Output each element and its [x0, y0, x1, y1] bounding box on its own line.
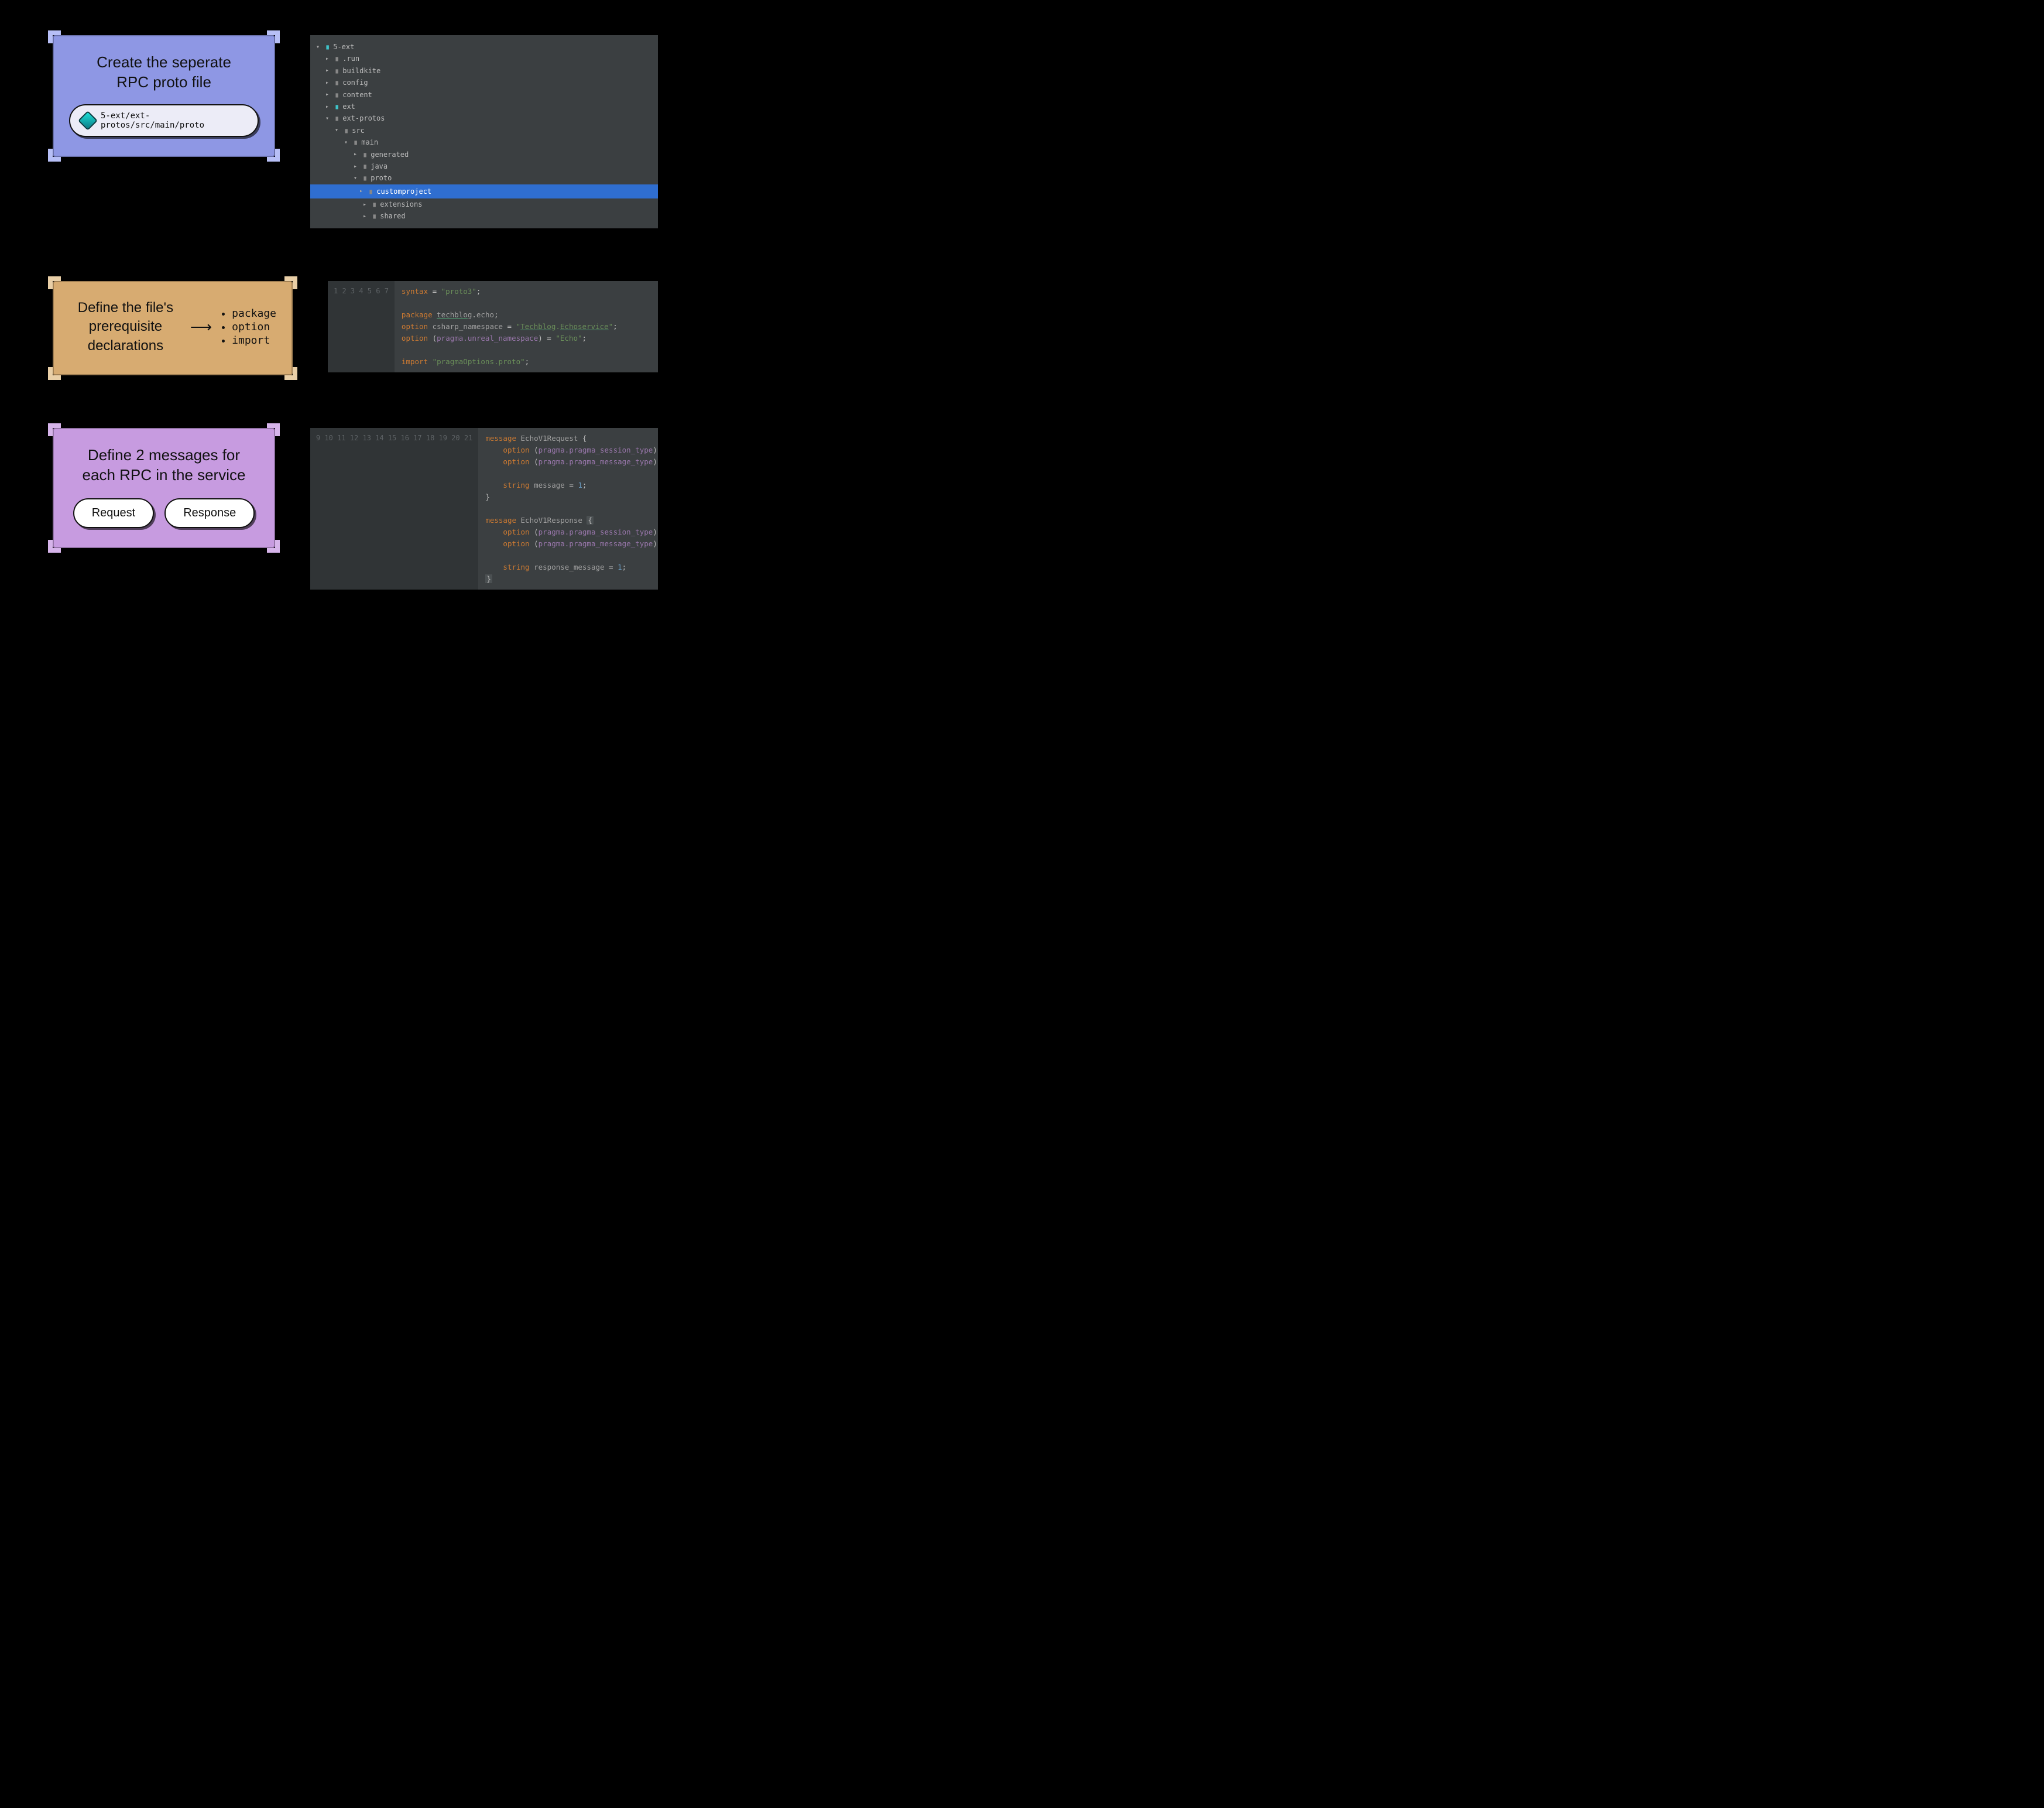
chevron-right-icon[interactable]: ▸ [325, 66, 331, 76]
chevron-right-icon[interactable]: ▸ [325, 90, 331, 100]
gem-icon [78, 111, 98, 131]
tree-item-proto[interactable]: ▾▮proto [314, 172, 654, 184]
step-card-declarations: Define the file's prerequisite declarati… [53, 281, 293, 375]
tree-item-shared[interactable]: ▸▮shared [314, 210, 654, 222]
step-card-messages: Define 2 messages for each RPC in the se… [53, 428, 275, 548]
tree-item-java[interactable]: ▸▮java [314, 160, 654, 172]
tree-item-main[interactable]: ▾▮main [314, 136, 654, 148]
chevron-down-icon[interactable]: ▾ [344, 138, 350, 148]
folder-icon: ▮ [362, 160, 368, 172]
tree-label: customproject [376, 186, 431, 197]
folder-icon: ▮ [334, 53, 339, 64]
folder-icon: ▮ [362, 172, 368, 184]
tree-item-5-ext[interactable]: ▾▮5-ext [314, 41, 654, 53]
folder-icon: ▮ [334, 101, 339, 112]
chevron-right-icon[interactable]: ▸ [363, 200, 369, 210]
tree-label: ext [342, 101, 355, 112]
folder-icon: ▮ [344, 125, 349, 136]
tree-item-ext-protos[interactable]: ▾▮ext-protos [314, 112, 654, 124]
code-panel-declarations: 1 2 3 4 5 6 7 syntax = "proto3"; package… [328, 281, 658, 372]
chevron-right-icon[interactable]: ▸ [325, 78, 331, 88]
chevron-down-icon[interactable]: ▾ [316, 42, 322, 52]
code2-body[interactable]: message EchoV1Request { option (pragma.p… [478, 428, 658, 590]
card1-title: Create the seperate RPC proto file [69, 53, 259, 93]
card2-title: Define the file's prerequisite declarati… [69, 299, 182, 355]
chevron-down-icon[interactable]: ▾ [325, 114, 331, 124]
code2-gutter: 9 10 11 12 13 14 15 16 17 18 19 20 21 [310, 428, 478, 590]
folder-icon: ▮ [353, 136, 358, 148]
tree-item-customproject[interactable]: ▸▮customproject [310, 184, 658, 198]
folder-icon: ▮ [334, 89, 339, 101]
tree-label: java [371, 160, 387, 172]
file-tree-panel: ▾▮5-ext▸▮.run▸▮buildkite▸▮config▸▮conten… [310, 35, 658, 228]
folder-icon: ▮ [362, 149, 368, 160]
file-tree[interactable]: ▾▮5-ext▸▮.run▸▮buildkite▸▮config▸▮conten… [310, 35, 658, 228]
tree-item-config[interactable]: ▸▮config [314, 77, 654, 88]
chevron-right-icon[interactable]: ▸ [325, 102, 331, 112]
folder-icon: ▮ [334, 77, 339, 88]
tree-item-generated[interactable]: ▸▮generated [314, 149, 654, 160]
folder-icon: ▮ [372, 210, 377, 222]
declaration-bullets: packageoptionimport [220, 306, 276, 348]
bullet-import: import [232, 334, 276, 347]
chevron-right-icon[interactable]: ▸ [363, 211, 369, 221]
tree-item-buildkite[interactable]: ▸▮buildkite [314, 65, 654, 77]
folder-icon: ▮ [372, 198, 377, 210]
tree-label: src [352, 125, 365, 136]
tree-item--run[interactable]: ▸▮.run [314, 53, 654, 64]
folder-icon: ▮ [368, 186, 373, 197]
card3-title: Define 2 messages for each RPC in the se… [69, 446, 259, 485]
request-pill: Request [73, 498, 155, 528]
tree-item-content[interactable]: ▸▮content [314, 89, 654, 101]
folder-icon: ▮ [334, 65, 339, 77]
chevron-right-icon[interactable]: ▸ [354, 149, 359, 159]
chevron-right-icon[interactable]: ▸ [359, 186, 365, 196]
step-card-create-proto: Create the seperate RPC proto file 5-ext… [53, 35, 275, 157]
tree-label: content [342, 89, 372, 101]
code-panel-messages: 9 10 11 12 13 14 15 16 17 18 19 20 21 me… [310, 428, 658, 590]
tree-label: shared [380, 210, 405, 222]
bullet-package: package [232, 307, 276, 320]
chevron-right-icon[interactable]: ▸ [354, 162, 359, 172]
bullet-option: option [232, 321, 276, 333]
response-pill: Response [164, 498, 255, 528]
tree-item-extensions[interactable]: ▸▮extensions [314, 198, 654, 210]
tree-label: 5-ext [333, 41, 354, 53]
tree-label: generated [371, 149, 409, 160]
tree-label: config [342, 77, 368, 88]
tree-item-src[interactable]: ▾▮src [314, 125, 654, 136]
tree-label: .run [342, 53, 359, 64]
tree-label: buildkite [342, 65, 380, 77]
chevron-right-icon[interactable]: ▸ [325, 54, 331, 64]
folder-icon: ▮ [325, 41, 330, 53]
proto-path-text: 5-ext/ext-protos/src/main/proto [101, 111, 247, 130]
tree-label: extensions [380, 198, 422, 210]
tree-label: ext-protos [342, 112, 385, 124]
proto-path-pill: 5-ext/ext-protos/src/main/proto [69, 104, 259, 137]
code1-gutter: 1 2 3 4 5 6 7 [328, 281, 395, 372]
tree-item-ext[interactable]: ▸▮ext [314, 101, 654, 112]
chevron-down-icon[interactable]: ▾ [335, 125, 341, 135]
tree-label: main [361, 136, 378, 148]
code1-body[interactable]: syntax = "proto3"; package techblog.echo… [395, 281, 658, 372]
tree-label: proto [371, 172, 392, 184]
folder-icon: ▮ [334, 112, 339, 124]
chevron-down-icon[interactable]: ▾ [354, 173, 359, 183]
arrow-right-icon: ⟶ [190, 318, 212, 336]
